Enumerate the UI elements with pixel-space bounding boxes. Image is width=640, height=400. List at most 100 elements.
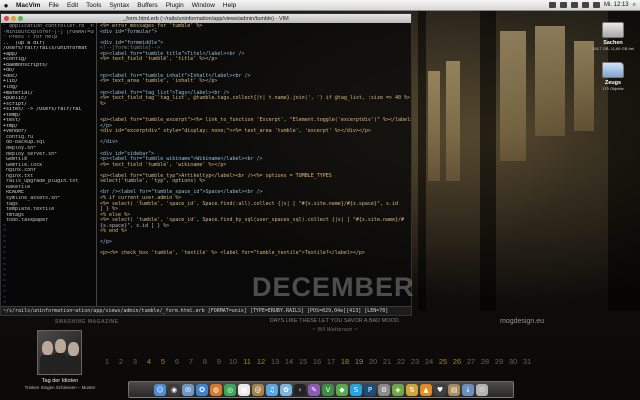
spotlight-icon[interactable]: ⌕ [633, 2, 636, 9]
stack-icon[interactable]: ▤ [448, 384, 460, 396]
calendar-day: 18 [340, 357, 350, 366]
calendar-day: 14 [284, 357, 294, 366]
album-art[interactable] [37, 330, 82, 375]
file-explorer-pane[interactable]: " application_controller.rb _form.html.e… [1, 23, 97, 306]
code-line[interactable]: <%= select( 'tumble', 'space_id', Space.… [100, 201, 408, 208]
minimize-window-button[interactable] [11, 16, 16, 21]
calendar-day: 13 [270, 357, 280, 366]
firefox-icon[interactable]: ◍ [210, 384, 222, 396]
calendar-day: 24 [424, 357, 434, 366]
apple-menu-icon[interactable]: ● [0, 1, 12, 10]
now-playing-title: Tag der Idioten [41, 378, 79, 384]
macvim-window: _form.html.erb (~/rails/uninformation/ap… [0, 13, 412, 316]
calendar-day: 9 [216, 357, 222, 366]
addressbook-icon[interactable]: @ [252, 384, 264, 396]
calendar-day: 16 [312, 357, 322, 366]
menu-plugin[interactable]: Plugin [162, 2, 188, 9]
menu-tools[interactable]: Tools [82, 2, 105, 9]
trash-icon[interactable]: ♲ [476, 384, 488, 396]
calendar-day: 20 [368, 357, 378, 366]
calendar-day: 10 [228, 357, 238, 366]
calendar-day: 19 [354, 357, 364, 366]
bluetooth-icon[interactable] [559, 2, 567, 8]
textmate-icon[interactable]: ✎ [308, 384, 320, 396]
calendar-day: 5 [160, 357, 166, 366]
window-controls [1, 16, 23, 21]
album-figure [55, 339, 66, 353]
wallpaper-window-light [428, 71, 440, 181]
calendar-day: 6 [174, 357, 180, 366]
desktop-icon-info: 170 Objekte [602, 86, 624, 91]
wifi-icon[interactable] [570, 2, 578, 8]
wallpaper-calendar-days: 1 2 3 4 5 6 7 8 9 10 11 12 13 14 15 16 17 18 19 20 21 22 23 24 2… [100, 357, 640, 366]
calendar-day: 29 [494, 357, 504, 366]
menu-syntax[interactable]: Syntax [105, 2, 133, 9]
adium-icon[interactable]: ◆ [336, 384, 348, 396]
desktop-icon-zeugs[interactable]: Zeugs 170 Objekte [587, 62, 639, 91]
desktop-icon-info: 119,7 GB, 11,69 GB frei [591, 46, 635, 51]
menu-extras: Mi. 12:13 ⌕ [548, 2, 640, 9]
finder-icon[interactable]: ☺ [154, 384, 166, 396]
window-title: _form.html.erb (~/rails/uninformation/ap… [123, 15, 289, 22]
menu-buffers[interactable]: Buffers [133, 2, 161, 9]
wallpaper-month: DECEMBER [252, 272, 415, 302]
calendar-day: 25 [438, 357, 448, 366]
album-figure [53, 353, 67, 373]
vim-body: " application_controller.rb _form.html.e… [1, 23, 411, 306]
wallpaper-pillar [608, 11, 640, 311]
menu-clock[interactable]: Mi. 12:13 [604, 2, 629, 8]
desktop-icon-sachen[interactable]: Sachen 119,7 GB, 11,69 GB frei [587, 22, 639, 51]
menu-macvim[interactable]: MacVim [12, 2, 44, 9]
editor-pane[interactable]: <%= error_messages_for 'tumble' %> <div i… [97, 23, 411, 306]
wallpaper-pillar [480, 11, 496, 311]
battery-icon[interactable] [592, 2, 600, 8]
code-line[interactable]: <div id="excerptdiv" style="display: non… [100, 129, 408, 135]
wallpaper-window-light [446, 61, 460, 181]
close-window-button[interactable] [4, 16, 9, 21]
itunes-icon[interactable]: ♫ [266, 384, 278, 396]
hard-drive-icon [602, 22, 624, 38]
now-playing-artist: Trinken Singen Schiessen – Muster [24, 385, 96, 390]
folder-icon [602, 62, 624, 78]
safari-icon[interactable]: ✪ [196, 384, 208, 396]
menu-help[interactable]: Help [219, 2, 240, 9]
ical-icon[interactable]: ▦ [238, 384, 250, 396]
menu-window[interactable]: Window [188, 2, 219, 9]
calendar-day: 26 [452, 357, 462, 366]
wallpaper-credit: mogdesign.eu [500, 318, 544, 325]
smashing-logo: SMASHING MAGAZINE [55, 319, 119, 325]
macvim-icon[interactable]: V [322, 384, 334, 396]
terminal-icon[interactable]: › [294, 384, 306, 396]
wallpaper-pillar [418, 11, 426, 311]
photoshop-icon[interactable]: P [364, 384, 376, 396]
preferences-icon[interactable]: ⚙ [378, 384, 390, 396]
menu-file[interactable]: File [44, 2, 62, 9]
chrome-icon[interactable]: ◎ [224, 384, 236, 396]
window-titlebar[interactable]: _form.html.erb (~/rails/uninformation/ap… [1, 14, 411, 23]
iphoto-icon[interactable]: ✿ [280, 384, 292, 396]
calendar-day: 2 [118, 357, 124, 366]
dashboard-icon[interactable]: ◉ [168, 384, 180, 396]
code-line[interactable]: <p><%= check_box 'tumble', 'textile' %> … [100, 251, 408, 257]
coda-icon[interactable]: ◈ [392, 384, 404, 396]
dropbox-icon[interactable] [548, 2, 556, 8]
volume-icon[interactable] [581, 2, 589, 8]
calendar-day: 22 [396, 357, 406, 366]
calendar-day: 8 [202, 357, 208, 366]
calendar-day: 27 [466, 357, 476, 366]
downloads-icon[interactable]: ↓ [462, 384, 474, 396]
wallpaper-quote: DAYS LIKE THESE LET YOU SAVOR A BAD MOOD… [269, 318, 401, 324]
mail-icon[interactable]: ✉ [182, 384, 194, 396]
transmit-icon[interactable]: ⇅ [406, 384, 418, 396]
dock: ☺ ◉ ✉ ✪ ◍ ◎ ▦ @ ♫ ✿ › ✎ V ◆ S P ⚙ ◈ ⇅ ▲ ♥ ▤ ↓ ♲ [128, 381, 514, 398]
skype-icon[interactable]: S [350, 384, 362, 396]
code-line[interactable]: <%= text_field_tag 'tag_list', @tumble.t… [100, 96, 410, 102]
calendar-day: 23 [410, 357, 420, 366]
calendar-day: 31 [522, 357, 532, 366]
menu-edit[interactable]: Edit [63, 2, 82, 9]
zoom-window-button[interactable] [18, 16, 23, 21]
code-line[interactable]: <p><label for="tumble_excerpt"><%= link_… [100, 118, 411, 124]
activity-icon[interactable]: ♥ [434, 384, 446, 396]
calendar-day: 17 [326, 357, 336, 366]
vlc-icon[interactable]: ▲ [420, 384, 432, 396]
